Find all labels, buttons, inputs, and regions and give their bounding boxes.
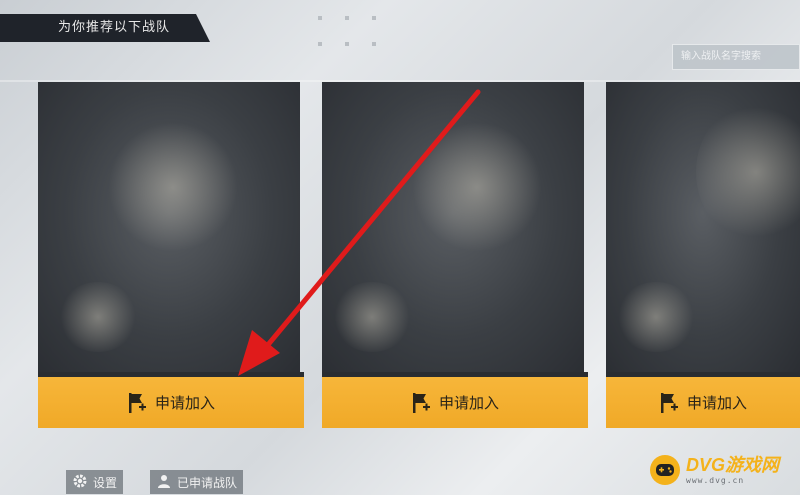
team-people-icon bbox=[156, 473, 172, 492]
flag-plus-icon bbox=[659, 392, 679, 414]
join-button-label: 申请加入 bbox=[686, 394, 747, 412]
join-button-1[interactable]: 申请加入 bbox=[38, 372, 304, 428]
background-dot bbox=[372, 42, 376, 46]
team-card-emblem bbox=[108, 122, 238, 252]
search-input[interactable]: 输入战队名字搜索 bbox=[672, 44, 800, 70]
applied-teams-label: 已申请战队 bbox=[177, 475, 238, 490]
gear-icon bbox=[72, 473, 88, 492]
join-button-label: 申请加入 bbox=[154, 394, 215, 412]
team-card-avatar bbox=[616, 282, 696, 352]
gamepad-icon bbox=[650, 455, 680, 485]
background-dot bbox=[318, 42, 322, 46]
background-dot bbox=[345, 42, 349, 46]
team-card-avatar bbox=[58, 282, 138, 352]
team-card-2[interactable] bbox=[322, 82, 584, 372]
team-card-1[interactable] bbox=[38, 82, 300, 372]
join-button-label: 申请加入 bbox=[438, 394, 499, 412]
background-dot bbox=[318, 16, 322, 20]
flag-plus-icon bbox=[411, 392, 431, 414]
join-button-3[interactable]: 申请加入 bbox=[606, 372, 800, 428]
team-card-emblem bbox=[412, 122, 542, 252]
team-card-avatar bbox=[332, 282, 412, 352]
settings-label: 设置 bbox=[93, 475, 118, 490]
watermark: DVG游戏网 www.dvg.cn bbox=[650, 448, 800, 492]
watermark-title: DVG游戏网 bbox=[686, 454, 780, 475]
team-card-3[interactable] bbox=[606, 82, 800, 372]
watermark-url: www.dvg.cn bbox=[686, 475, 745, 485]
flag-plus-icon bbox=[127, 392, 147, 414]
team-card-emblem bbox=[696, 102, 800, 242]
background-dot bbox=[372, 16, 376, 20]
join-button-2[interactable]: 申请加入 bbox=[322, 372, 588, 428]
applied-teams-button[interactable]: 已申请战队 bbox=[150, 470, 244, 494]
settings-button[interactable]: 设置 bbox=[66, 470, 124, 494]
background-dot bbox=[345, 16, 349, 20]
page-title: 为你推荐以下战队 bbox=[0, 14, 210, 42]
